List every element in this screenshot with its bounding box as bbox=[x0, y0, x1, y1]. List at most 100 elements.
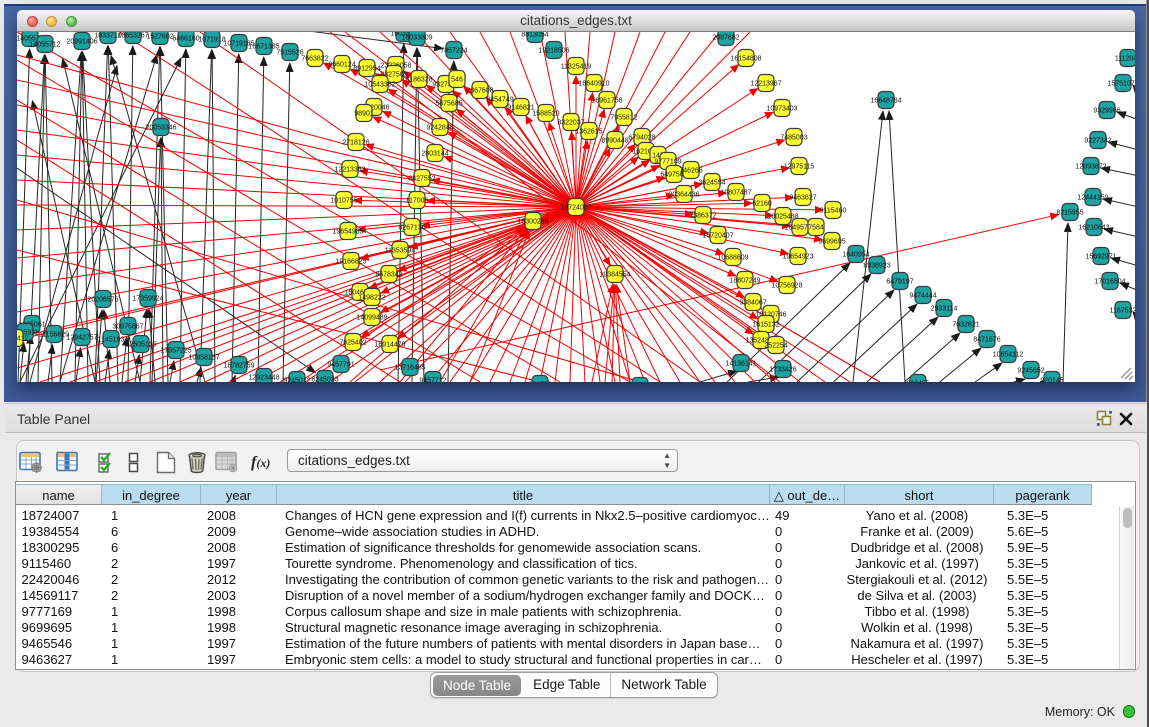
svg-text:7584: 7584 bbox=[808, 225, 824, 232]
svg-text:16033809: 16033809 bbox=[401, 35, 432, 42]
svg-text:5875685: 5875685 bbox=[435, 101, 462, 108]
svg-text:12213967: 12213967 bbox=[750, 81, 781, 88]
svg-text:920145: 920145 bbox=[1040, 378, 1063, 383]
svg-text:7515526: 7515526 bbox=[276, 50, 303, 57]
svg-text:1071918: 1071918 bbox=[198, 37, 225, 44]
svg-text:10973403: 10973403 bbox=[766, 106, 797, 113]
svg-text:8427552: 8427552 bbox=[408, 176, 435, 183]
svg-text:3624554: 3624554 bbox=[698, 180, 725, 187]
svg-text:2718126: 2718126 bbox=[342, 140, 369, 147]
svg-text:11156829: 11156829 bbox=[39, 332, 69, 339]
svg-text:7663822: 7663822 bbox=[301, 56, 328, 63]
svg-text:1112043: 1112043 bbox=[1115, 56, 1135, 63]
svg-text:546: 546 bbox=[451, 77, 463, 84]
svg-text:13716485: 13716485 bbox=[394, 365, 425, 372]
svg-text:117006: 117006 bbox=[406, 198, 429, 205]
svg-text:9329966: 9329966 bbox=[1093, 108, 1120, 115]
svg-text:2803144: 2803144 bbox=[421, 151, 448, 158]
svg-text:912455: 912455 bbox=[906, 381, 929, 383]
svg-text:9384067: 9384067 bbox=[739, 300, 766, 307]
svg-text:18300295: 18300295 bbox=[517, 219, 548, 226]
svg-text:19218506: 19218506 bbox=[538, 48, 569, 55]
svg-text:9115460: 9115460 bbox=[820, 208, 847, 215]
svg-text:8813054: 8813054 bbox=[521, 32, 548, 39]
svg-text:16671385: 16671385 bbox=[248, 44, 279, 51]
svg-text:14055712: 14055712 bbox=[29, 42, 60, 49]
svg-text:924502: 924502 bbox=[528, 382, 551, 383]
svg-text:6466160: 6466160 bbox=[172, 36, 199, 43]
svg-text:5359412: 5359412 bbox=[17, 336, 29, 343]
svg-text:9242848: 9242848 bbox=[426, 125, 453, 132]
svg-text:1733426: 1733426 bbox=[769, 367, 796, 374]
svg-text:16210643: 16210643 bbox=[1078, 225, 1109, 232]
svg-text:14099489: 14099489 bbox=[356, 315, 387, 322]
svg-text:7485003: 7485003 bbox=[780, 135, 807, 142]
svg-text:1588520: 1588520 bbox=[532, 111, 559, 118]
svg-text:8938923: 8938923 bbox=[863, 263, 890, 270]
svg-text:2367608: 2367608 bbox=[466, 88, 493, 95]
svg-text:17016504: 17016504 bbox=[1094, 279, 1125, 286]
svg-text:16154808: 16154808 bbox=[730, 56, 761, 63]
svg-text:6479197: 6479197 bbox=[886, 279, 913, 286]
svg-text:1145193: 1145193 bbox=[98, 337, 125, 344]
svg-text:20364436: 20364436 bbox=[668, 192, 699, 199]
svg-text:12093872: 12093872 bbox=[1075, 164, 1106, 171]
svg-text:8245033: 8245033 bbox=[311, 377, 338, 383]
svg-text:10807487: 10807487 bbox=[720, 190, 751, 197]
svg-text:20991406: 20991406 bbox=[66, 39, 97, 46]
svg-text:8186328: 8186328 bbox=[405, 77, 432, 84]
svg-text:9463627: 9463627 bbox=[789, 195, 816, 202]
svg-text:746266: 746266 bbox=[679, 168, 702, 175]
svg-text:7857224: 7857224 bbox=[440, 48, 467, 55]
svg-text:8990448: 8990448 bbox=[601, 138, 628, 145]
svg-text:1362615: 1362615 bbox=[575, 129, 602, 136]
svg-text:9777109: 9777109 bbox=[654, 159, 681, 166]
svg-text:8215955: 8215955 bbox=[1056, 210, 1083, 217]
svg-text:6794028: 6794028 bbox=[628, 135, 655, 142]
svg-text:1527602: 1527602 bbox=[146, 34, 173, 41]
svg-text:16782759: 16782759 bbox=[223, 363, 254, 370]
svg-text:8471676: 8471676 bbox=[973, 337, 1000, 344]
svg-text:2087682: 2087682 bbox=[712, 35, 739, 42]
svg-text:1498222: 1498222 bbox=[358, 295, 385, 302]
svg-text:12505135: 12505135 bbox=[125, 342, 156, 349]
svg-text:10756928: 10756928 bbox=[771, 283, 802, 290]
svg-text:20053346: 20053346 bbox=[145, 125, 176, 132]
svg-text:15751074: 15751074 bbox=[1107, 81, 1135, 88]
svg-text:10958137: 10958137 bbox=[188, 355, 219, 362]
svg-text:14136141: 14136141 bbox=[725, 361, 756, 368]
svg-text:19384554: 19384554 bbox=[599, 272, 630, 279]
svg-text:9146821: 9146821 bbox=[507, 105, 534, 112]
svg-text:19654985: 19654985 bbox=[332, 229, 363, 236]
svg-text:98901: 98901 bbox=[354, 111, 374, 118]
svg-text:9245652: 9245652 bbox=[1017, 368, 1044, 375]
svg-text:10543362: 10543362 bbox=[364, 82, 395, 89]
svg-text:1640954: 1640954 bbox=[842, 252, 869, 259]
svg-text:11325419: 11325419 bbox=[561, 64, 592, 71]
svg-text:8660124: 8660124 bbox=[328, 62, 355, 69]
svg-text:12942757: 12942757 bbox=[66, 335, 97, 342]
svg-text:8454749: 8454749 bbox=[486, 97, 513, 104]
svg-text:7955812: 7955812 bbox=[610, 115, 637, 122]
svg-text:11353594: 11353594 bbox=[385, 248, 416, 255]
svg-text:7625402: 7625402 bbox=[339, 340, 366, 347]
svg-text:10653267: 10653267 bbox=[117, 33, 148, 40]
svg-text:18807249: 18807249 bbox=[729, 278, 760, 285]
svg-text:12213383: 12213383 bbox=[334, 167, 365, 174]
svg-text:12923448: 12923448 bbox=[248, 375, 279, 382]
svg-text:9457791: 9457791 bbox=[327, 362, 354, 369]
svg-text:12444159: 12444159 bbox=[1077, 195, 1108, 202]
svg-text:16961758: 16961758 bbox=[591, 98, 622, 105]
svg-text:8912954: 8912954 bbox=[353, 66, 380, 73]
svg-text:252254: 252254 bbox=[764, 343, 787, 350]
svg-text:1615132: 1615132 bbox=[752, 322, 779, 329]
svg-text:19166825: 19166825 bbox=[335, 259, 366, 266]
svg-text:62160: 62160 bbox=[752, 201, 772, 208]
svg-text:9474444: 9474444 bbox=[909, 293, 936, 300]
svg-text:9245012: 9245012 bbox=[283, 378, 310, 383]
svg-text:15692971: 15692971 bbox=[1085, 254, 1116, 261]
svg-text:2933114: 2933114 bbox=[931, 306, 958, 313]
svg-text:7632621: 7632621 bbox=[952, 322, 979, 329]
svg-text:10688609: 10688609 bbox=[717, 255, 748, 262]
svg-text:17957225: 17957225 bbox=[160, 348, 191, 355]
